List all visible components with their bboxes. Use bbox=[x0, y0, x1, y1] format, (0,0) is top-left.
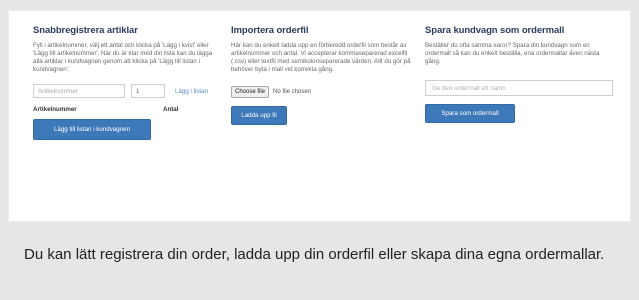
import-order-title: Importera orderfil bbox=[231, 25, 309, 36]
choose-file-button[interactable]: Choose file bbox=[231, 86, 270, 98]
save-template-section: Spara kundvagn som ordermall Beställer d… bbox=[425, 25, 615, 123]
list-header: Artikelnummer Antal bbox=[33, 106, 223, 113]
file-picker: Choose file No file chosen bbox=[231, 86, 421, 98]
save-template-description: Beställer du ofta samma varor? Spara din… bbox=[425, 42, 600, 65]
import-order-description: Här kan du enkelt ladda upp en förberedd… bbox=[231, 42, 411, 73]
no-file-label: No file chosen bbox=[273, 89, 312, 95]
quick-register-section: Snabbregistrera artiklar Fyll i artikeln… bbox=[33, 25, 223, 140]
template-name-input[interactable]: Ge den ordermall ett namn bbox=[425, 80, 613, 96]
column-quantity: Antal bbox=[163, 106, 179, 113]
caption-text: Du kan lätt registrera din order, ladda … bbox=[24, 246, 605, 263]
screenshot-frame: Snabbregistrera artiklar Fyll i artikeln… bbox=[0, 0, 639, 300]
article-number-input[interactable]: Artikelnummer bbox=[33, 84, 125, 98]
add-to-list-link[interactable]: Lägg i listan bbox=[175, 88, 208, 95]
order-tools-panel: Snabbregistrera artiklar Fyll i artikeln… bbox=[8, 10, 631, 222]
column-article: Artikelnummer bbox=[33, 106, 77, 113]
quick-register-input-row: Artikelnummer 1 Lägg i listan bbox=[33, 84, 223, 98]
quick-register-description: Fyll i artikelnummer, välj ett antal och… bbox=[33, 42, 213, 73]
save-template-button[interactable]: Spara som ordermall bbox=[425, 104, 515, 123]
save-template-title: Spara kundvagn som ordermall bbox=[425, 25, 565, 36]
quick-register-title: Snabbregistrera artiklar bbox=[33, 25, 138, 36]
import-order-section: Importera orderfil Här kan du enkelt lad… bbox=[231, 25, 421, 125]
add-list-to-cart-button[interactable]: Lägg till listan i kundvagnen bbox=[33, 119, 151, 140]
upload-file-button[interactable]: Ladda upp fil bbox=[231, 106, 287, 125]
quantity-input[interactable]: 1 bbox=[131, 84, 165, 98]
